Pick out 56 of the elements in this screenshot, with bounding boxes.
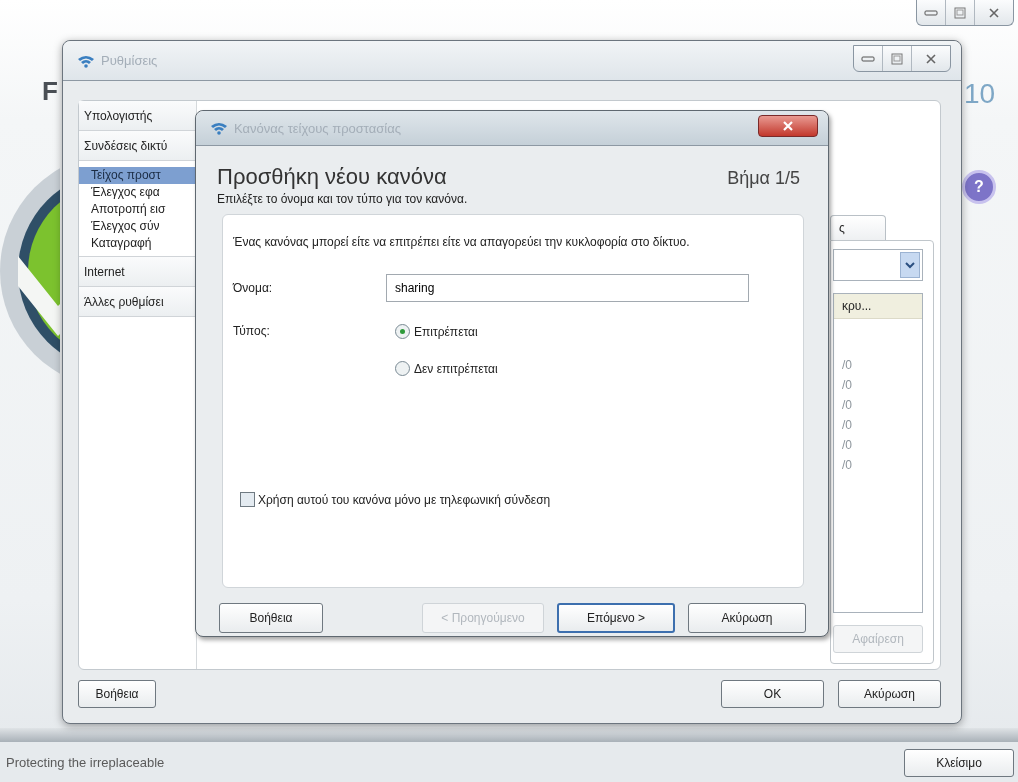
help-icon[interactable]: ? [962,170,996,204]
maximize-icon [954,6,966,19]
close-button[interactable]: Κλείσιμο [904,749,1014,777]
list-cell-text: /0 [841,357,853,374]
sidebar-item[interactable]: Υπολογιστής [79,101,196,131]
sidebar-item[interactable]: Internet [79,257,196,287]
wifi-icon [210,121,228,135]
column-header[interactable]: κρυ... [834,294,922,319]
sidebar-item[interactable]: Έλεγχος εφα [79,184,196,201]
step-indicator: Βήμα 1/5 [727,168,800,189]
brand-text: F [42,76,58,107]
close-icon [925,52,937,65]
dropdown[interactable] [833,249,923,281]
sidebar-item[interactable]: Αποτροπή εισ [79,201,196,218]
name-field[interactable]: sharing [386,274,749,302]
list-cell-text: /0 [841,417,853,434]
checkbox[interactable] [240,492,255,507]
radio-option[interactable]: Δεν επιτρέπεται [395,361,498,376]
minimize-icon [861,54,875,63]
tab[interactable]: ς [830,215,886,240]
maximize-icon [891,52,903,65]
radio-label: Επιτρέπεται [414,324,478,339]
chevron-icon [905,261,915,269]
brand-text: 10 [964,78,996,110]
radio-option[interactable]: Επιτρέπεται [395,324,498,339]
close-button[interactable] [758,115,818,137]
dialog-button[interactable]: Επόμενο > [557,603,675,633]
dialog-button[interactable]: OK [721,680,824,708]
minimize-icon [924,8,938,17]
description-text: Ένας κανόνας μπορεί είτε να επιτρέπει είτε να απαγορεύει την κυκλοφορία στο δίκτυο. [233,235,691,250]
field-label: Όνομα: [233,281,274,295]
help-button[interactable]: Βοήθεια [78,680,156,708]
sidebar-item[interactable]: Συνδέσεις δικτύ [79,131,196,161]
dialog-heading: Προσθήκη νέου κανόνα [217,164,447,190]
list-cell-text: /0 [841,437,853,454]
checkbox-label: Χρήση αυτού του κανόνα μόνο με τηλεφωνική σύνδεση [258,492,551,507]
wifi-icon [77,53,95,68]
sidebar-item[interactable]: Καταγραφή [79,235,196,252]
close-icon [782,121,794,131]
dialog-button[interactable]: Ακύρωση [838,680,941,708]
radio-button[interactable] [395,361,410,376]
field-label: Τύπος: [233,324,271,338]
sidebar-item[interactable]: Άλλες ρυθμίσει [79,287,196,317]
radio-button[interactable] [395,324,410,339]
list-cell-text: /0 [841,397,853,414]
dialog-button[interactable]: Ακύρωση [688,603,806,633]
sidebar-item[interactable]: Τείχος προστ [79,167,196,184]
sidebar-item[interactable]: Έλεγχος σύν [79,218,196,235]
tagline: Protecting the irreplaceable [6,755,165,770]
list-cell-text: /0 [841,457,853,474]
list-cell-text: /0 [841,377,853,394]
window-title: Ρυθμίσεις [101,53,159,68]
dialog-subtitle: Επιλέξτε το όνομα και τον τύπο για τον κανόνα. [217,192,469,206]
help-button[interactable]: Βοήθεια [219,603,323,633]
radio-label: Δεν επιτρέπεται [414,361,498,376]
close-icon [988,6,1000,19]
